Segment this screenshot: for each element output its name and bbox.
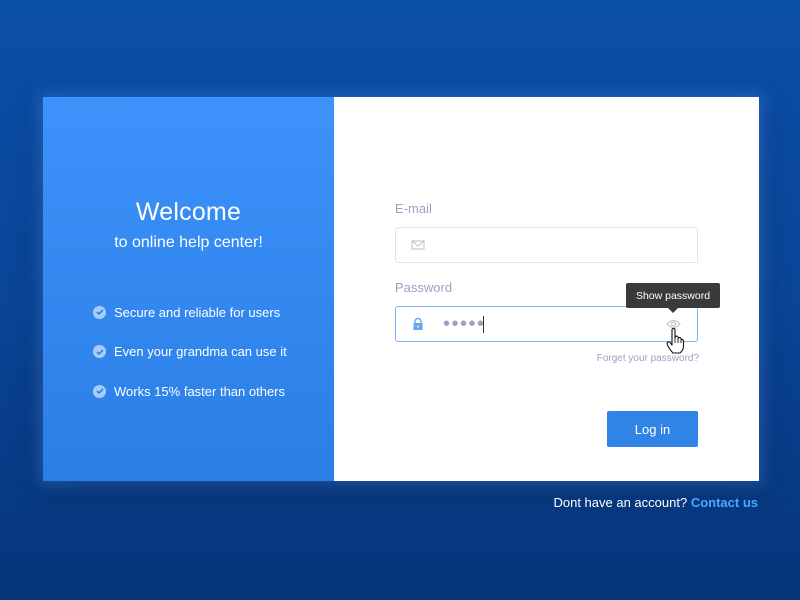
welcome-subtitle: to online help center! — [114, 234, 263, 251]
feature-label: Secure and reliable for users — [114, 304, 281, 320]
feature-item: Works 15% faster than others — [93, 382, 287, 400]
feature-item: Even your grandma can use it — [93, 343, 287, 361]
signup-prompt-text: Dont have an account? — [553, 495, 688, 510]
check-circle-icon — [93, 305, 106, 319]
show-password-tooltip: Show password — [626, 283, 720, 313]
text-caret — [483, 316, 484, 333]
feature-item: Secure and reliable for users — [93, 303, 287, 321]
feature-label: Works 15% faster than others — [114, 383, 286, 399]
password-value: ••••• — [443, 313, 486, 335]
feature-label: Even your grandma can use it — [114, 344, 287, 359]
password-field[interactable]: ••••• — [395, 306, 698, 342]
check-circle-icon — [93, 345, 106, 358]
lock-icon — [413, 317, 423, 330]
welcome-title: Welcome — [135, 198, 242, 226]
login-form: E-mail Password ••••• Show password Forg… — [334, 97, 759, 481]
forgot-password-link[interactable]: Forget your password? — [597, 353, 699, 364]
login-button[interactable]: Log in — [607, 411, 698, 447]
check-circle-icon — [93, 384, 106, 398]
feature-list: Secure and reliable for users Even your … — [93, 303, 287, 422]
email-label: E-mail — [395, 201, 432, 216]
password-label: Password — [395, 280, 453, 295]
email-field[interactable] — [395, 227, 698, 263]
login-card: Welcome to online help center! Secure an… — [43, 97, 759, 481]
hand-pointer-icon — [666, 328, 685, 354]
mail-icon — [411, 240, 425, 250]
contact-us-link[interactable]: Contact us — [691, 495, 758, 510]
welcome-panel: Welcome to online help center! Secure an… — [43, 97, 334, 481]
signup-prompt: Dont have an account? Contact us — [553, 495, 758, 510]
